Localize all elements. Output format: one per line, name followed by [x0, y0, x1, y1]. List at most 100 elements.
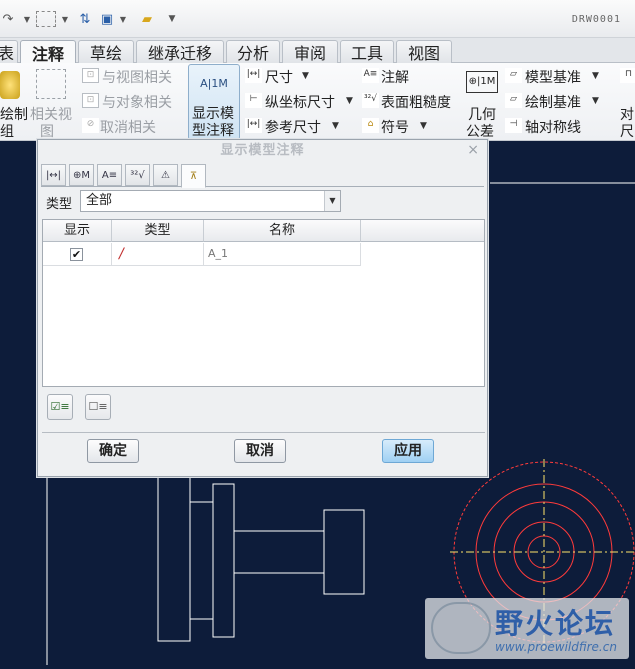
- geometric-tolerance-icon[interactable]: ⊕|1M: [466, 71, 498, 93]
- cancel-relate-icon[interactable]: ⊘: [82, 118, 99, 133]
- close-icon[interactable]: ×: [467, 142, 479, 158]
- related-view-icon[interactable]: [36, 69, 66, 99]
- type-label: 类型: [46, 197, 73, 212]
- relate-to-object[interactable]: 与对象相关: [102, 92, 172, 112]
- chevron-down-icon[interactable]: ▼: [324, 191, 340, 211]
- table-row-show-cell[interactable]: ✔: [43, 243, 112, 266]
- column-header-empty: [361, 220, 484, 242]
- deselect-all-icon[interactable]: ☐≡: [85, 394, 111, 420]
- draw-group-label-2[interactable]: 组: [0, 121, 14, 141]
- part-flange: [212, 483, 235, 638]
- tab-legacy-migration[interactable]: 继承迁移: [136, 40, 224, 63]
- surface-finish[interactable]: 表面粗糙度: [381, 92, 451, 112]
- ok-button[interactable]: 确定: [87, 439, 139, 463]
- related-view-label-2[interactable]: 图: [40, 121, 54, 141]
- windows-dropdown-icon[interactable]: ▼: [118, 9, 128, 29]
- ribbon-tab-bar: 表 注释 草绘 继承迁移 分析 审阅 工具 视图: [0, 38, 635, 64]
- quick-access-toolbar: ↷ ▼ ▼ ⇅ ▣ ▼ ▰ ▼ DRW0001: [0, 0, 635, 38]
- windows-icon[interactable]: ▣: [98, 9, 116, 29]
- type-select-value: 全部: [86, 193, 113, 208]
- datum-tab-icon[interactable]: ⊼: [181, 164, 206, 188]
- watermark-url: www.proewildfire.cn: [495, 640, 617, 654]
- tab-sketch[interactable]: 草绘: [78, 40, 134, 63]
- symbol-dropdown-icon[interactable]: ▼: [420, 121, 427, 131]
- reference-dimension[interactable]: 参考尺寸: [265, 117, 321, 137]
- watermark-title: 野火论坛: [495, 607, 616, 640]
- note-icon[interactable]: A≡: [362, 68, 379, 83]
- ordinate-dimension-icon[interactable]: ⊢: [245, 93, 262, 108]
- show-model-annotations-label-2: 型注释: [192, 123, 234, 139]
- regenerate-icon[interactable]: ⇅: [76, 9, 94, 29]
- reference-dimension-dropdown-icon[interactable]: ▼: [332, 121, 339, 131]
- clipped-tool-icon[interactable]: ⊓: [620, 68, 635, 83]
- document-title: DRW0001: [571, 14, 621, 25]
- folder-icon[interactable]: ▰: [137, 9, 157, 29]
- show-model-annotations-icon: A|1M: [200, 77, 228, 90]
- column-header-show[interactable]: 显示: [43, 220, 112, 242]
- redo-icon[interactable]: ↷: [0, 9, 16, 29]
- geometric-tolerance-label-2[interactable]: 公差: [466, 121, 494, 141]
- show-checkbox[interactable]: ✔: [70, 248, 83, 261]
- button-separator: [42, 432, 485, 433]
- part-body-left: [157, 476, 191, 642]
- tab-analysis[interactable]: 分析: [226, 40, 280, 63]
- apply-button[interactable]: 应用: [382, 439, 434, 463]
- table-row-type-cell: /: [112, 243, 204, 266]
- geometric-tolerance-tab-icon[interactable]: ⊕M: [69, 164, 94, 186]
- ribbon-panel: 绘制 组 相关视 图 ⊡ 与视图相关 ⊡ 与对象相关 ⊘ 取消相关 A|1M 显…: [0, 63, 635, 141]
- tab-annotate[interactable]: 注释: [20, 40, 76, 64]
- axis-symmetry-icon[interactable]: ⊣: [505, 118, 522, 133]
- draw-datum[interactable]: 绘制基准: [525, 92, 581, 112]
- dimension-icon[interactable]: |↔|: [245, 68, 262, 83]
- redo-dropdown-icon[interactable]: ▼: [22, 9, 32, 29]
- dimension-dropdown-icon[interactable]: ▼: [302, 71, 309, 81]
- datum-type-icon: /: [119, 246, 124, 262]
- select-all-icon[interactable]: ☑≡: [47, 394, 73, 420]
- table-row-name-cell: A_1: [204, 243, 361, 266]
- dimension-tab-icon[interactable]: |↔|: [41, 164, 66, 186]
- tab-tools[interactable]: 工具: [340, 40, 394, 63]
- reference-dimension-icon[interactable]: |↔|: [245, 118, 262, 133]
- note-tab-icon[interactable]: A≡: [97, 164, 122, 186]
- symbol-tab-icon[interactable]: ⚠: [153, 164, 178, 186]
- draw-datum-dropdown-icon[interactable]: ▼: [592, 96, 599, 106]
- column-header-type[interactable]: 类型: [112, 220, 204, 242]
- surface-finish-icon[interactable]: ³²√: [362, 93, 379, 108]
- dialog-title: 显示模型注释: [220, 143, 305, 158]
- model-datum-dropdown-icon[interactable]: ▼: [592, 71, 599, 81]
- tab-table[interactable]: 表: [0, 40, 18, 63]
- model-datum[interactable]: 模型基准: [525, 67, 581, 87]
- part-step-1: [189, 501, 214, 620]
- model-datum-icon[interactable]: ▱: [505, 68, 522, 83]
- part-shaft: [233, 530, 325, 574]
- relate-to-view-icon[interactable]: ⊡: [82, 68, 99, 83]
- clipped-tool-label-2[interactable]: 尺: [620, 121, 634, 141]
- symbol-icon[interactable]: ⌂: [362, 118, 379, 133]
- show-model-annotations-dialog: 显示模型注释 × |↔| ⊕M A≡ ³²√ ⚠ ⊼ 类型 全部 ▼ 显示 类型…: [37, 139, 488, 477]
- tab-review[interactable]: 审阅: [282, 40, 338, 63]
- note[interactable]: 注解: [381, 67, 409, 87]
- type-select[interactable]: 全部 ▼: [80, 190, 341, 212]
- surface-finish-tab-icon[interactable]: ³²√: [125, 164, 150, 186]
- customize-toolbar-icon[interactable]: ▼: [166, 9, 178, 29]
- annotation-table: 显示 类型 名称 ✔ / A_1: [42, 219, 485, 387]
- cancel-relate[interactable]: 取消相关: [100, 117, 156, 137]
- relate-to-view[interactable]: 与视图相关: [102, 67, 172, 87]
- select-box-icon[interactable]: [36, 11, 56, 27]
- cancel-button[interactable]: 取消: [234, 439, 286, 463]
- draw-datum-icon[interactable]: ▱: [505, 93, 522, 108]
- ordinate-dimension[interactable]: 纵坐标尺寸: [265, 92, 335, 112]
- axis-symmetry[interactable]: 轴对称线: [525, 117, 581, 137]
- select-dropdown-icon[interactable]: ▼: [60, 9, 70, 29]
- part-end: [323, 509, 365, 595]
- symbol[interactable]: 符号: [381, 117, 409, 137]
- dimension[interactable]: 尺寸: [265, 67, 293, 87]
- relate-to-object-icon[interactable]: ⊡: [82, 93, 99, 108]
- ordinate-dimension-dropdown-icon[interactable]: ▼: [346, 96, 353, 106]
- column-header-name[interactable]: 名称: [204, 220, 361, 242]
- draw-group-icon[interactable]: [0, 71, 20, 99]
- forum-watermark: 野火论坛 www.proewildfire.cn: [425, 598, 629, 659]
- annotation-type-tabs: |↔| ⊕M A≡ ³²√ ⚠ ⊼: [41, 163, 484, 188]
- tab-view[interactable]: 视图: [396, 40, 452, 63]
- show-model-annotations-button[interactable]: A|1M 显示模 型注释: [188, 64, 240, 140]
